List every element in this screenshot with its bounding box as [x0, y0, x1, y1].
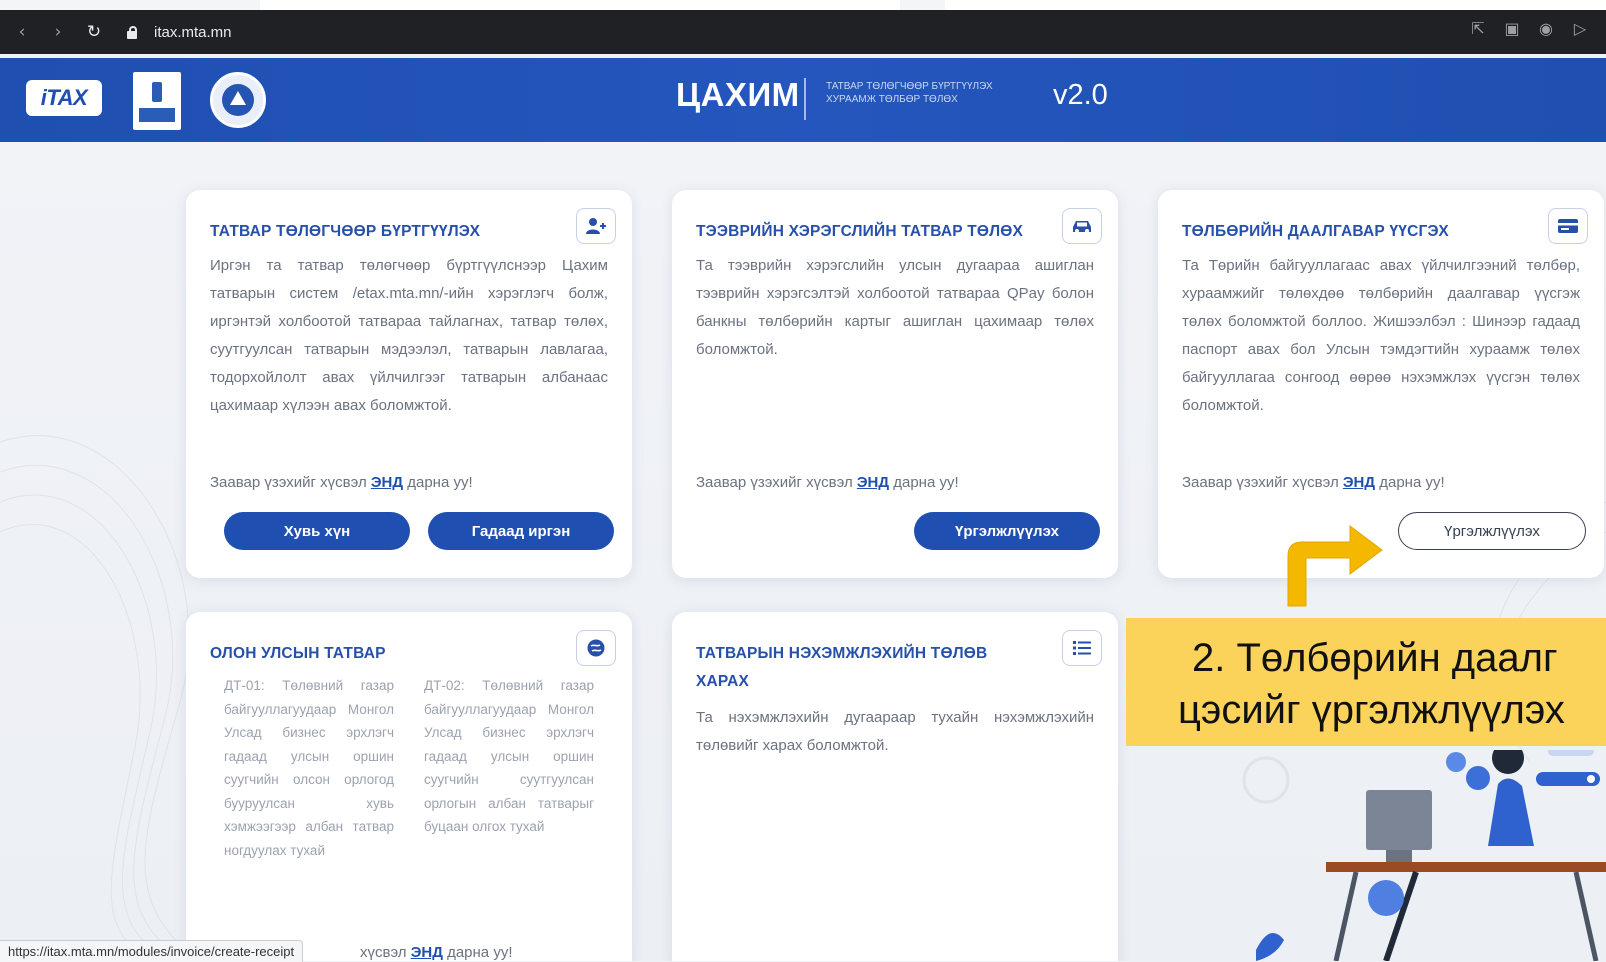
- guide-link[interactable]: ЭНД: [411, 944, 443, 961]
- mta-logo: [133, 72, 181, 130]
- car-icon: [1062, 208, 1102, 244]
- card-icon: [1548, 208, 1588, 244]
- card-vehicle-tax: ТЭЭВРИЙН ХЭРЭГСЛИЙН ТАТВАР ТӨЛӨХ Та тээв…: [672, 190, 1118, 578]
- card-title: ОЛОН УЛСЫН ТАТВАР: [210, 645, 386, 662]
- card-international-tax: ОЛОН УЛСЫН ТАТВАР ДТ-01: Төлөвний газар …: [186, 612, 632, 961]
- card-invoice-status: ТАТВАРЫН НЭХЭМЖЛЭХИЙН ТӨЛӨВ ХАРАХ Та нэх…: [672, 612, 1118, 961]
- extension-icon[interactable]: ◉: [1536, 18, 1556, 38]
- guide-link[interactable]: ЭНД: [857, 474, 889, 491]
- top-strip: [0, 0, 1606, 10]
- card-register-taxpayer: ТАТВАР ТӨЛӨГЧӨӨР БҮРТГҮҮЛЭХ Иргэн та тат…: [186, 190, 632, 578]
- browser-toolbar: ‹ › ↻ itax.mta.mn ⇱ ▣ ◉ ▷: [0, 10, 1606, 54]
- lock-icon: [126, 25, 138, 39]
- guide-link[interactable]: ЭНД: [371, 474, 403, 491]
- tutorial-banner: 2. Төлбөрийн даалг цэсийг үргэлжлүүлэх: [1126, 618, 1606, 746]
- card-title: ТӨЛБӨРИЙН ДААЛГАВАР ҮҮСГЭХ: [1182, 223, 1449, 240]
- card-description: Та нэхэмжлэхийн дугаараар тухайн нэхэмжл…: [696, 709, 1094, 754]
- main-content: ТАТВАР ТӨЛӨГЧӨӨР БҮРТГҮҮЛЭХ Иргэн та тат…: [0, 142, 1606, 961]
- send-icon[interactable]: ▷: [1570, 18, 1590, 38]
- office-worker-illustration: [1242, 750, 1606, 961]
- continue-button[interactable]: Үргэлжлүүлэх: [1398, 512, 1586, 550]
- card-guide-text: Заавар үзэхийг хүсвэл ЭНД дарна уу!: [210, 474, 473, 491]
- user-plus-icon: [576, 208, 616, 244]
- url-text[interactable]: itax.mta.mn: [154, 24, 232, 41]
- international-tax-columns: ДТ-01: Төлөвний газар байгууллагуудаар М…: [224, 674, 604, 862]
- status-bar-url: https://itax.mta.mn/modules/invoice/crea…: [0, 940, 304, 962]
- tutorial-line-2: цэсийг үргэлжлүүлэх: [1178, 688, 1565, 732]
- dt02-text[interactable]: ДТ-02: Төлөвний газар байгууллагуудаар М…: [424, 674, 594, 862]
- continue-button[interactable]: Үргэлжлүүлэх: [914, 512, 1100, 550]
- tutorial-arrow-icon: [1287, 525, 1383, 607]
- card-title: ТАТВАР ТӨЛӨГЧӨӨР БҮРТГҮҮЛЭХ: [210, 223, 481, 240]
- forward-icon[interactable]: ›: [44, 18, 72, 46]
- address-bar[interactable]: itax.mta.mn: [126, 17, 232, 47]
- header-version: v2.0: [1053, 79, 1108, 111]
- card-title: ТЭЭВРИЙН ХЭРЭГСЛИЙН ТАТВАР ТӨЛӨХ: [696, 223, 1024, 240]
- reload-icon[interactable]: ↻: [80, 18, 108, 46]
- back-icon[interactable]: ‹: [8, 18, 36, 46]
- card-guide-text: Заавар үзэхийг хүсвэл ЭНД дарна уу!: [1182, 474, 1445, 491]
- foreign-citizen-button[interactable]: Гадаад иргэн: [428, 512, 614, 550]
- header-title: ЦАХИМ: [676, 76, 800, 113]
- card-description: Иргэн та татвар төлөгчөөр бүртгүүлснээр …: [210, 257, 608, 414]
- tutorial-line-1: 2. Төлбөрийн даалг: [1192, 636, 1558, 680]
- card-guide-text: Заавар үзэхийг хүсвэл ЭНД дарна уу!: [696, 474, 959, 491]
- seal-logo: [210, 72, 266, 128]
- site-header: iTAX ЦАХИМ ТАТВАР ТӨЛӨГЧӨӨР БҮРТГҮҮЛЭХ Х…: [0, 58, 1606, 142]
- header-divider: [804, 78, 806, 120]
- card-description: Та тээврийн хэрэгслийн улсын дугаараа аш…: [696, 257, 1094, 358]
- individual-button[interactable]: Хувь хүн: [224, 512, 410, 550]
- card-title: ТАТВАРЫН НЭХЭМЖЛЭХИЙН ТӨЛӨВ ХАРАХ: [696, 645, 988, 690]
- list-icon: [1062, 630, 1102, 666]
- card-description: Та Төрийн байгууллагаас авах үйлчилгээни…: [1182, 257, 1580, 414]
- peek-guide-text: хүсвэл ЭНД дарна уу!: [360, 944, 513, 961]
- itax-logo[interactable]: iTAX: [26, 80, 102, 116]
- header-subtitle: ТАТВАР ТӨЛӨГЧӨӨР БҮРТГҮҮЛЭХ ХУРААМЖ ТӨЛБ…: [826, 81, 993, 105]
- share-icon[interactable]: ⇱: [1468, 18, 1488, 38]
- globe-icon: [576, 630, 616, 666]
- guide-link[interactable]: ЭНД: [1343, 474, 1375, 491]
- dt01-text[interactable]: ДТ-01: Төлөвний газар байгууллагуудаар М…: [224, 674, 394, 862]
- camera-icon[interactable]: ▣: [1502, 18, 1522, 38]
